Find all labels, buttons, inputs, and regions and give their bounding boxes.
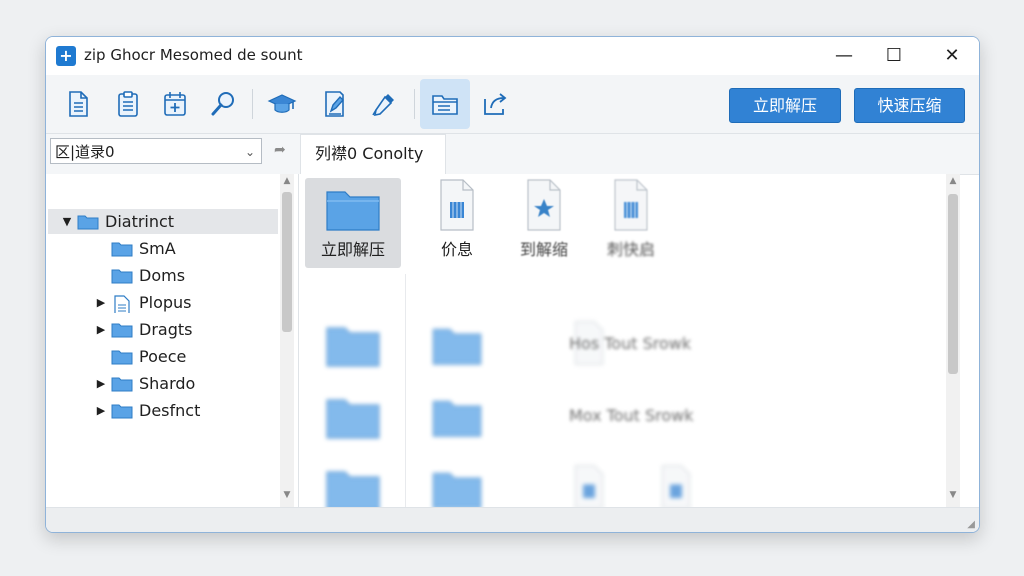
resize-grip-icon[interactable]: ◢ xyxy=(967,519,975,530)
share-export-icon xyxy=(484,93,507,115)
scroll-down-arrow-icon[interactable]: ▼ xyxy=(946,490,960,500)
tree-item-label: Shardo xyxy=(139,374,196,393)
folder-icon xyxy=(111,377,133,392)
folder-icon xyxy=(77,215,99,230)
folder-tree: ▼ Diatrinct SmA Doms ▶ Plopus ▶ Dragts P… xyxy=(46,174,299,507)
expand-arrow-icon[interactable]: ▶ xyxy=(95,398,107,423)
content-scrollbar[interactable]: ▲ ▼ xyxy=(946,174,960,507)
folder-icon xyxy=(111,323,133,338)
tree-item-label: Diatrinct xyxy=(105,212,175,231)
toolbar: 立即解压 快速压缩 xyxy=(46,75,979,134)
add-calendar-button[interactable] xyxy=(150,79,200,129)
expand-arrow-icon[interactable]: ▶ xyxy=(95,290,107,315)
expand-triangle-icon[interactable]: ▼ xyxy=(61,209,73,234)
document-icon xyxy=(69,91,88,117)
learn-button[interactable] xyxy=(257,79,307,129)
main-window: + zip Ghocr Mesomed de sount — ☐ ✕ 立即解压 … xyxy=(45,36,980,533)
content-item-label: 刺快启 xyxy=(606,240,655,259)
archive-file-icon xyxy=(440,179,474,231)
tree-item-label: Poece xyxy=(139,347,187,366)
chevron-down-icon: ⌄ xyxy=(244,145,255,159)
tree-scrollbar[interactable]: ▲ ▼ xyxy=(280,174,294,507)
folder-icon[interactable] xyxy=(325,466,381,507)
blurred-item-label: Hos Tout Srowk xyxy=(569,334,692,353)
extract-now-button[interactable]: 立即解压 xyxy=(729,88,841,123)
content-item-star-file[interactable]: 到解缩 xyxy=(496,178,592,260)
tree-item-label: Plopus xyxy=(139,293,192,312)
content-item-extract-folder[interactable]: 立即解压 xyxy=(305,178,401,268)
status-bar: ◢ xyxy=(46,507,979,532)
tab-current-folder[interactable]: 列襟0 Conolty xyxy=(300,134,446,174)
folder-icon xyxy=(111,242,133,257)
title-bar: + zip Ghocr Mesomed de sount — ☐ ✕ xyxy=(46,37,979,75)
address-row: 区|道录0 ⌄ ➦ 列襟0 Conolty xyxy=(46,134,979,175)
address-value: 区|道录0 xyxy=(55,143,115,161)
file-icon xyxy=(114,295,130,313)
content-item-label: 到解缩 xyxy=(519,240,568,259)
tree-item-label: Dragts xyxy=(139,320,193,339)
new-document-button[interactable] xyxy=(53,79,103,129)
window-title: zip Ghocr Mesomed de sount xyxy=(84,46,303,64)
search-button[interactable] xyxy=(198,79,248,129)
clipboard-icon xyxy=(118,91,138,117)
edit-document-icon xyxy=(325,91,344,117)
open-folder-button[interactable] xyxy=(420,79,470,129)
file-content-area: 立即解压 价息 到解缩 刺快启 Hos Tout Srowk Mox Tout … xyxy=(299,174,960,507)
folder-open-icon xyxy=(432,95,458,115)
scroll-down-arrow-icon[interactable]: ▼ xyxy=(280,490,294,500)
toolbar-separator xyxy=(414,89,415,119)
toolbar-separator xyxy=(252,89,253,119)
export-button[interactable] xyxy=(470,79,520,129)
star-file-icon xyxy=(527,179,561,231)
scroll-up-arrow-icon[interactable]: ▲ xyxy=(946,176,960,186)
tree-scroll-thumb[interactable] xyxy=(282,192,292,332)
archive-file-icon xyxy=(614,179,648,231)
tree-item-label: Desfnct xyxy=(139,401,201,420)
quick-compress-button[interactable]: 快速压缩 xyxy=(854,88,965,123)
folder-icon[interactable] xyxy=(431,396,483,438)
go-arrow-icon[interactable]: ➦ xyxy=(274,142,286,158)
calendar-add-icon xyxy=(164,92,186,116)
eyedropper-icon xyxy=(372,94,394,117)
address-dropdown[interactable]: 区|道录0 ⌄ xyxy=(50,138,262,164)
archive-file-icon[interactable] xyxy=(572,464,606,507)
content-item-file[interactable]: 刺快启 xyxy=(583,178,679,260)
folder-icon[interactable] xyxy=(431,324,483,366)
minimize-button[interactable]: — xyxy=(822,43,866,69)
folder-icon xyxy=(111,350,133,365)
tree-item-label: Doms xyxy=(139,266,186,285)
content-divider xyxy=(405,274,406,507)
content-item-label: 立即解压 xyxy=(320,240,385,259)
folder-icon[interactable] xyxy=(325,394,381,440)
clipboard-button[interactable] xyxy=(103,79,153,129)
content-item-file[interactable]: 价息 xyxy=(409,178,505,260)
search-icon xyxy=(211,92,234,116)
content-scroll-thumb[interactable] xyxy=(948,194,958,374)
scroll-up-arrow-icon[interactable]: ▲ xyxy=(280,176,294,186)
expand-arrow-icon[interactable]: ▶ xyxy=(95,371,107,396)
eyedropper-button[interactable] xyxy=(359,79,409,129)
maximize-button[interactable]: ☐ xyxy=(872,43,916,69)
expand-arrow-icon[interactable]: ▶ xyxy=(95,317,107,342)
archive-file-icon[interactable] xyxy=(659,464,693,507)
folder-icon xyxy=(326,191,380,231)
blurred-item-label: Mox Tout Srowk xyxy=(569,406,694,425)
app-icon: + xyxy=(56,46,76,66)
content-item-label: 价息 xyxy=(440,240,473,259)
folder-icon xyxy=(111,404,133,419)
tree-item-label: SmA xyxy=(139,239,176,258)
close-button[interactable]: ✕ xyxy=(930,43,974,69)
folder-icon[interactable] xyxy=(325,322,381,368)
folder-icon xyxy=(111,269,133,284)
graduation-cap-icon xyxy=(267,94,297,113)
edit-button[interactable] xyxy=(309,79,359,129)
folder-icon[interactable] xyxy=(431,468,483,507)
